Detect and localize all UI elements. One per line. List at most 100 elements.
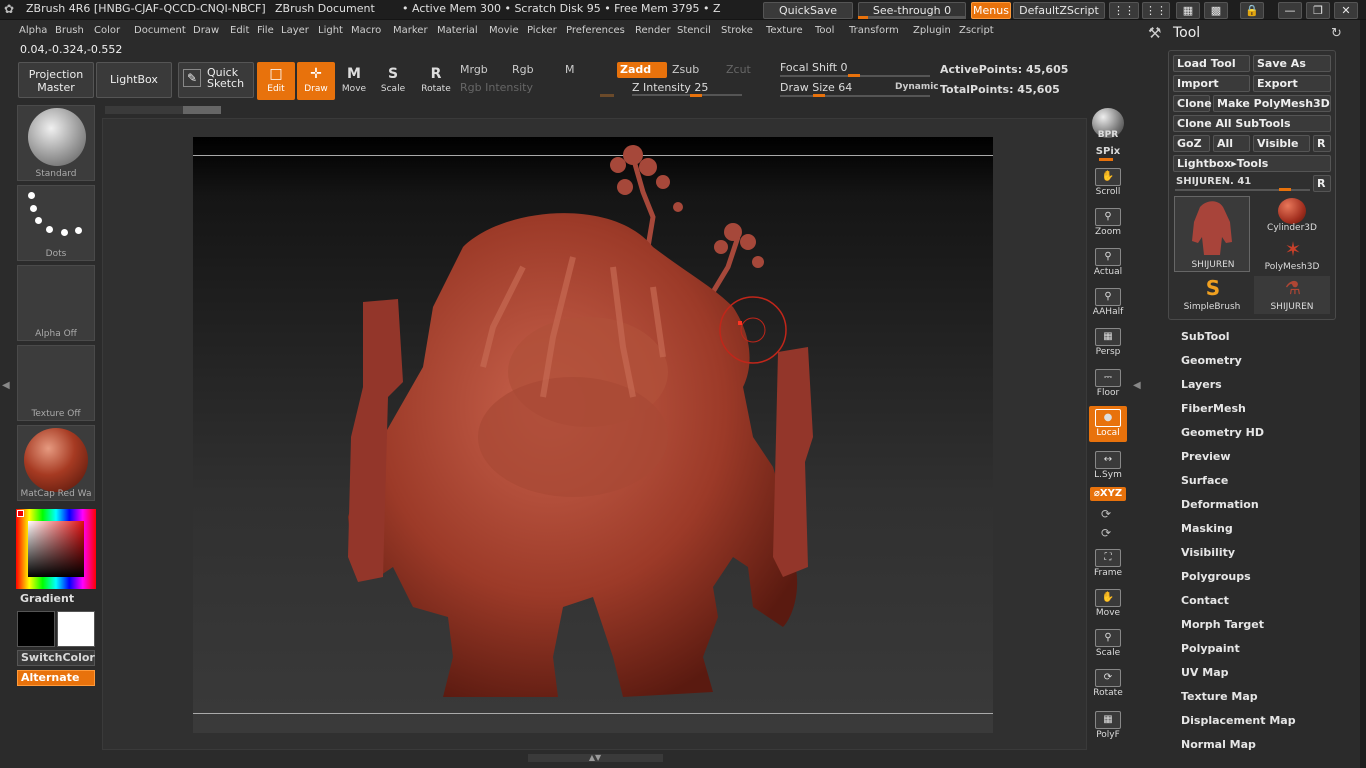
m-button[interactable]: M <box>565 63 575 76</box>
menu-draw[interactable]: Draw <box>193 25 219 36</box>
spix-slider[interactable]: SPix <box>1091 146 1125 157</box>
rotate-z-icon[interactable]: ⟳ <box>1101 526 1115 540</box>
geometry-menu[interactable]: Geometry <box>1181 354 1242 367</box>
alternate-button[interactable]: Alternate <box>17 670 95 686</box>
scroll-palette-right-icon[interactable]: ⋮⋮ <box>1142 2 1170 19</box>
menu-preferences[interactable]: Preferences <box>566 25 625 36</box>
goz-all-button[interactable]: All <box>1213 135 1250 152</box>
draw-size-slider[interactable]: Draw Size 64 <box>780 81 852 94</box>
goz-visible-button[interactable]: Visible <box>1253 135 1310 152</box>
current-tool-r-button[interactable]: R <box>1313 175 1331 192</box>
zsub-button[interactable]: Zsub <box>672 63 699 76</box>
fibermesh-menu[interactable]: FiberMesh <box>1181 402 1246 415</box>
primary-color-swatch[interactable] <box>17 611 55 647</box>
polypaint-menu[interactable]: Polypaint <box>1181 642 1240 655</box>
zoom-button[interactable]: ⚲ Zoom <box>1089 205 1127 241</box>
sculpt-model[interactable] <box>193 137 993 733</box>
quicksave-button[interactable]: QuickSave <box>763 2 853 19</box>
visibility-menu[interactable]: Visibility <box>1181 546 1235 559</box>
menu-movie[interactable]: Movie <box>489 25 519 36</box>
spix-knob[interactable] <box>1099 158 1113 161</box>
material-selector[interactable]: MatCap Red Wa <box>17 425 95 501</box>
menu-macro[interactable]: Macro <box>351 25 381 36</box>
texture-selector[interactable]: Texture Off <box>17 345 95 421</box>
morph-target-menu[interactable]: Morph Target <box>1181 618 1264 631</box>
left-tray-collapse-icon[interactable]: ◀ <box>2 380 12 396</box>
scroll-palette-icon[interactable]: ⋮⋮ <box>1109 2 1139 19</box>
alpha-selector[interactable]: Alpha Off <box>17 265 95 341</box>
menu-material[interactable]: Material <box>437 25 478 36</box>
menu-marker[interactable]: Marker <box>393 25 428 36</box>
menus-button[interactable]: Menus <box>971 2 1011 19</box>
brush-selector[interactable]: Standard <box>17 105 95 181</box>
polygroups-menu[interactable]: Polygroups <box>1181 570 1251 583</box>
rotate-y-icon[interactable]: ⟳ <box>1101 507 1115 521</box>
menu-render[interactable]: Render <box>635 25 671 36</box>
geometry-hd-menu[interactable]: Geometry HD <box>1181 426 1264 439</box>
frame-button[interactable]: ⛶ Frame <box>1089 546 1127 582</box>
projection-master-button[interactable]: Projection Master <box>18 62 94 98</box>
masking-menu[interactable]: Masking <box>1181 522 1233 535</box>
goz-button[interactable]: GoZ <box>1173 135 1210 152</box>
goz-r-button[interactable]: R <box>1313 135 1331 152</box>
see-through-knob[interactable] <box>858 16 868 19</box>
make-polymesh3d-button[interactable]: Make PolyMesh3D <box>1213 95 1331 112</box>
tool-thumb-polymesh3d[interactable]: ✶ PolyMesh3D <box>1254 237 1330 275</box>
menu-edit[interactable]: Edit <box>230 25 249 36</box>
aahalf-button[interactable]: ⚲ AAHalf <box>1089 285 1127 321</box>
tool-thumb-shijuren-active[interactable]: SHIJUREN <box>1174 196 1250 272</box>
uv-map-menu[interactable]: UV Map <box>1181 666 1229 679</box>
import-button[interactable]: Import <box>1173 75 1250 92</box>
draw-size-knob[interactable] <box>813 94 825 97</box>
surface-menu[interactable]: Surface <box>1181 474 1228 487</box>
menu-stroke[interactable]: Stroke <box>721 25 753 36</box>
save-as-button[interactable]: Save As <box>1253 55 1331 72</box>
stroke-selector[interactable]: Dots <box>17 185 95 261</box>
deformation-menu[interactable]: Deformation <box>1181 498 1259 511</box>
close-icon[interactable]: ✕ <box>1334 2 1358 19</box>
zcut-button[interactable]: Zcut <box>726 63 751 76</box>
tool-panel-title[interactable]: Tool <box>1173 25 1200 41</box>
dynamic-toggle[interactable]: Dynamic <box>895 82 939 92</box>
menu-color[interactable]: Color <box>94 25 120 36</box>
menu-stencil[interactable]: Stencil <box>677 25 711 36</box>
menu-zscript[interactable]: Zscript <box>959 25 994 36</box>
rotate-view-button[interactable]: ⟳ Rotate <box>1089 666 1127 702</box>
layout-icon[interactable]: ▦ <box>1176 2 1200 19</box>
mrgb-button[interactable]: Mrgb <box>460 63 488 76</box>
switchcolor-button[interactable]: SwitchColor <box>17 650 95 666</box>
restore-icon[interactable]: ❐ <box>1306 2 1330 19</box>
texture-map-menu[interactable]: Texture Map <box>1181 690 1258 703</box>
menu-picker[interactable]: Picker <box>527 25 557 36</box>
refresh-icon[interactable]: ↻ <box>1331 26 1345 41</box>
menu-document[interactable]: Document <box>134 25 186 36</box>
subtool-menu[interactable]: SubTool <box>1181 330 1230 343</box>
lsym-button[interactable]: ↔ L.Sym <box>1089 448 1127 484</box>
gradient-label[interactable]: Gradient <box>20 592 74 605</box>
canvas-document[interactable] <box>193 137 993 733</box>
preview-menu[interactable]: Preview <box>1181 450 1231 463</box>
default-zscript-button[interactable]: DefaultZScript <box>1013 2 1105 19</box>
local-button[interactable]: ● Local <box>1089 406 1127 442</box>
rotate-button[interactable]: R Rotate <box>417 62 455 100</box>
current-tool-slider[interactable]: SHIJUREN. 41 <box>1176 176 1251 187</box>
z-intensity-slider[interactable]: Z Intensity 25 <box>632 81 708 94</box>
rgb-intensity-slider[interactable]: Rgb Intensity <box>460 81 533 94</box>
layers-menu[interactable]: Layers <box>1181 378 1222 391</box>
focal-shift-knob[interactable] <box>848 74 860 77</box>
move-button[interactable]: M Move <box>335 62 373 100</box>
tool-thumb-simplebrush[interactable]: S SimpleBrush <box>1174 276 1250 314</box>
clone-all-subtools-button[interactable]: Clone All SubTools <box>1173 115 1331 132</box>
menu-zplugin[interactable]: Zplugin <box>913 25 951 36</box>
menu-alpha[interactable]: Alpha <box>19 25 47 36</box>
floor-button[interactable]: ⎓ Floor <box>1089 366 1127 402</box>
menu-brush[interactable]: Brush <box>55 25 84 36</box>
z-intensity-knob[interactable] <box>690 94 702 97</box>
quick-sketch-button[interactable]: ✎ Quick Sketch <box>178 62 254 98</box>
scroll-button[interactable]: ✋ Scroll <box>1089 165 1127 201</box>
lightbox-button[interactable]: LightBox <box>96 62 172 98</box>
right-tray-collapse-icon[interactable]: ◀ <box>1133 380 1143 396</box>
zadd-button[interactable]: Zadd <box>617 62 667 78</box>
menu-file[interactable]: File <box>257 25 274 36</box>
contact-menu[interactable]: Contact <box>1181 594 1229 607</box>
